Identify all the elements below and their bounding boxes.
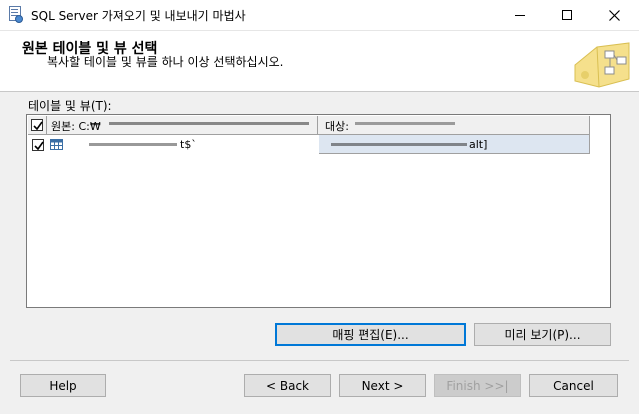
tables-grid[interactable]: 원본: C:₩ 대상: t$` alt] <box>26 114 611 308</box>
table-row[interactable]: t$` alt] <box>28 135 590 154</box>
preview-button[interactable]: 미리 보기(P)... <box>474 323 611 346</box>
maximize-icon <box>562 10 572 20</box>
minimize-icon <box>515 15 525 16</box>
tables-views-label: 테이블 및 뷰(T): <box>28 99 112 113</box>
select-all-checkbox[interactable] <box>31 119 43 131</box>
page-subtitle: 복사할 테이블 및 뷰를 하나 이상 선택하십시오. <box>47 55 284 69</box>
help-button[interactable]: Help <box>20 374 106 397</box>
select-all-cell <box>28 116 47 134</box>
row-destination-cell[interactable]: alt] <box>319 135 590 154</box>
minimize-button[interactable] <box>497 0 543 30</box>
maximize-button[interactable] <box>544 0 590 30</box>
redacted-destination-table <box>331 143 467 146</box>
destination-column-header[interactable]: 대상: <box>319 116 590 134</box>
source-column-label: 원본: C:₩ <box>51 120 101 133</box>
footer-divider <box>10 360 629 361</box>
row-source-cell[interactable]: t$` <box>47 135 318 154</box>
edit-mappings-button[interactable]: 매핑 편집(E)... <box>275 323 466 346</box>
window-title: SQL Server 가져오기 및 내보내기 마법사 <box>31 9 246 23</box>
wizard-logo-icon <box>569 35 635 91</box>
back-button[interactable]: < Back <box>244 374 331 397</box>
wizard-app-icon <box>9 6 23 23</box>
redacted-destination-name <box>355 122 455 125</box>
redacted-source-path <box>109 122 309 125</box>
table-icon <box>50 139 63 150</box>
grid-header: 원본: C:₩ 대상: <box>28 116 590 135</box>
next-button[interactable]: Next > <box>339 374 426 397</box>
row-source-text: t$` <box>180 138 197 151</box>
row-destination-text: alt] <box>469 138 488 151</box>
cancel-button[interactable]: Cancel <box>529 374 618 397</box>
destination-column-label: 대상: <box>325 120 349 133</box>
source-column-header[interactable]: 원본: C:₩ <box>47 116 318 134</box>
row-checkbox[interactable] <box>32 139 44 151</box>
close-button[interactable] <box>591 0 637 30</box>
finish-button[interactable]: Finish >>| <box>434 374 521 397</box>
title-bar: SQL Server 가져오기 및 내보내기 마법사 <box>0 0 639 30</box>
checkmark-icon <box>33 121 43 131</box>
redacted-source-table <box>89 143 177 146</box>
page-header: 원본 테이블 및 뷰 선택 복사할 테이블 및 뷰를 하나 이상 선택하십시오. <box>0 30 639 92</box>
checkmark-icon <box>34 141 44 151</box>
close-icon <box>608 9 620 21</box>
